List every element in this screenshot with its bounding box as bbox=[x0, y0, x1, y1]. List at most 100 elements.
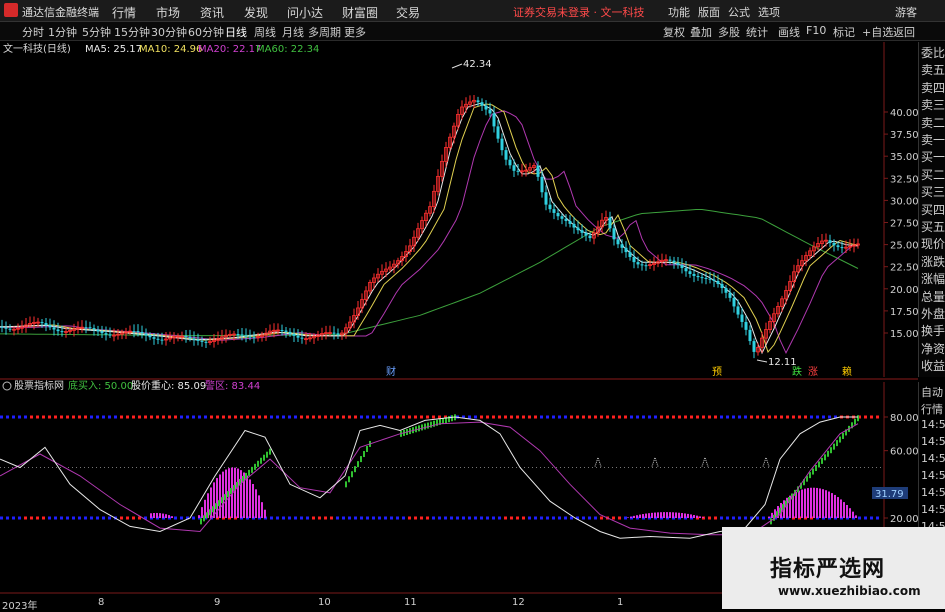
dot-80 bbox=[372, 415, 375, 419]
watermark-banner: 指标严选网 www.xuezhibiao.com bbox=[722, 527, 945, 609]
tab-15min[interactable]: 15分钟 bbox=[114, 24, 150, 40]
menu-news[interactable]: 资讯 bbox=[200, 4, 224, 21]
dot-80 bbox=[654, 415, 657, 419]
dot-80 bbox=[96, 415, 99, 419]
mark-button[interactable]: 标记 bbox=[833, 24, 855, 40]
menu-options[interactable]: 选项 bbox=[758, 4, 780, 20]
dot-80 bbox=[84, 415, 87, 419]
dot-80 bbox=[510, 415, 513, 419]
tab-60min[interactable]: 60分钟 bbox=[188, 24, 224, 40]
green-bar bbox=[230, 488, 232, 495]
tab-5min[interactable]: 5分钟 bbox=[82, 24, 111, 40]
dot-80 bbox=[696, 415, 699, 419]
dot-20 bbox=[876, 516, 879, 520]
candle-body bbox=[672, 260, 676, 263]
histogram-bar bbox=[849, 508, 851, 518]
menu-market-quotes[interactable]: 行情 bbox=[112, 4, 136, 21]
f10-button[interactable]: F10 bbox=[806, 24, 826, 37]
menu-discover[interactable]: 发现 bbox=[244, 4, 268, 21]
dot-20 bbox=[480, 516, 483, 520]
candle-body bbox=[248, 336, 252, 338]
menu-function[interactable]: 功能 bbox=[668, 4, 690, 20]
dot-20 bbox=[192, 516, 195, 520]
watermark-title: 指标严选网 bbox=[770, 557, 886, 582]
dot-80 bbox=[12, 415, 15, 419]
dot-20 bbox=[864, 516, 867, 520]
histogram-bar bbox=[246, 475, 248, 518]
tab-more[interactable]: 更多 bbox=[344, 24, 366, 40]
dot-80 bbox=[162, 415, 165, 419]
dot-80 bbox=[426, 415, 429, 419]
dot-80 bbox=[384, 415, 387, 419]
dot-80 bbox=[552, 415, 555, 419]
dot-20 bbox=[36, 516, 39, 520]
multi-stock-button[interactable]: 多股 bbox=[718, 24, 740, 40]
chart-area[interactable]: 文一科技(日线) MA5: 25.17 MA10: 24.96 MA20: 22… bbox=[0, 42, 918, 609]
tab-daily[interactable]: 日线 bbox=[225, 24, 247, 40]
back-button[interactable]: 返回 bbox=[893, 24, 915, 40]
dot-20 bbox=[474, 516, 477, 520]
event-marker-finance[interactable]: 财 bbox=[386, 365, 396, 378]
guest-user[interactable]: 游客 bbox=[895, 4, 917, 20]
dot-20 bbox=[612, 516, 615, 520]
menu-wealth-circle[interactable]: 财富圈 bbox=[342, 4, 378, 21]
right-tab[interactable]: 行情 bbox=[921, 401, 943, 417]
dot-80 bbox=[78, 415, 81, 419]
tab-weekly[interactable]: 周线 bbox=[254, 24, 276, 40]
candle-body bbox=[84, 327, 88, 329]
candle-body bbox=[8, 328, 12, 330]
indicator-warning-zone: 警区: 83.44 bbox=[205, 379, 260, 392]
tab-monthly[interactable]: 月线 bbox=[282, 24, 304, 40]
candle-body bbox=[280, 330, 284, 332]
histogram-bar bbox=[153, 513, 155, 518]
event-marker-down[interactable]: 跌 bbox=[792, 365, 802, 378]
event-marker-forecast[interactable]: 预 bbox=[712, 366, 722, 378]
menu-trade[interactable]: 交易 bbox=[396, 4, 420, 21]
histogram-bar bbox=[798, 490, 800, 518]
menu-ask[interactable]: 问小达 bbox=[287, 4, 323, 21]
candle-body bbox=[828, 240, 832, 243]
histogram-bar bbox=[801, 489, 803, 518]
candle-body bbox=[728, 292, 732, 298]
menu-market[interactable]: 市场 bbox=[156, 4, 180, 21]
dot-80 bbox=[756, 415, 759, 419]
histogram-bar bbox=[795, 492, 797, 518]
quote-row-label: 现价 bbox=[921, 237, 945, 252]
quote-row-label: 委比 bbox=[921, 46, 945, 60]
dot-20 bbox=[270, 516, 273, 520]
menu-layout[interactable]: 版面 bbox=[698, 4, 720, 20]
dot-80 bbox=[198, 415, 201, 419]
tab-1min[interactable]: 1分钟 bbox=[48, 24, 77, 40]
tab-multi-period[interactable]: 多周期 bbox=[308, 24, 341, 40]
dot-20 bbox=[756, 516, 759, 520]
candle-body bbox=[624, 247, 628, 253]
overlay-button[interactable]: 叠加 bbox=[690, 24, 712, 40]
quote-row-label: 买二 bbox=[921, 167, 945, 182]
event-marker-other[interactable]: 赖 bbox=[842, 366, 852, 378]
dot-20 bbox=[396, 516, 399, 520]
right-tab[interactable]: 自动 bbox=[921, 384, 943, 400]
stats-button[interactable]: 统计 bbox=[746, 24, 768, 40]
menu-formula[interactable]: 公式 bbox=[728, 4, 750, 20]
draw-line-button[interactable]: 画线 bbox=[778, 24, 800, 40]
tab-30min[interactable]: 30分钟 bbox=[151, 24, 187, 40]
quote-row-label: 收益 bbox=[921, 359, 945, 374]
add-watchlist-button[interactable]: +自选 bbox=[862, 24, 893, 40]
histogram-bar bbox=[654, 512, 656, 518]
green-bar bbox=[357, 461, 359, 468]
dot-20 bbox=[552, 516, 555, 520]
candle-body bbox=[160, 339, 164, 341]
dot-20 bbox=[456, 516, 459, 520]
dot-20 bbox=[534, 516, 537, 520]
dot-80 bbox=[72, 415, 75, 419]
tab-intraday[interactable]: 分时 bbox=[22, 24, 44, 40]
histogram-bar bbox=[690, 514, 692, 518]
dot-20 bbox=[582, 516, 585, 520]
adjust-button[interactable]: 复权 bbox=[663, 24, 685, 40]
dot-80 bbox=[18, 415, 21, 419]
candle-body bbox=[732, 297, 736, 307]
quote-row-label: 买四 bbox=[921, 202, 945, 217]
indicator-settings-icon[interactable] bbox=[2, 381, 12, 391]
event-marker-up[interactable]: 涨 bbox=[808, 366, 818, 378]
login-notice[interactable]: 证券交易未登录 · 文一科技 bbox=[513, 4, 645, 20]
